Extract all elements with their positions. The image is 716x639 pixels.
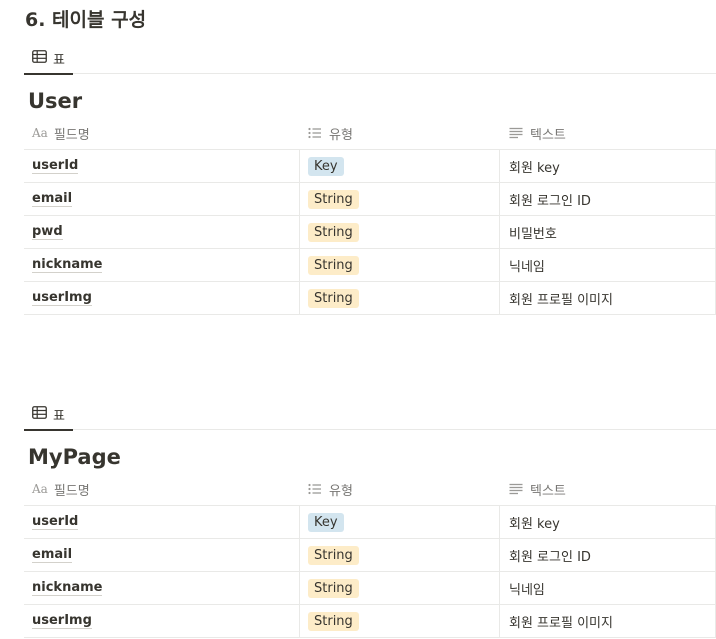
row-name[interactable]: email [32,547,73,563]
row-text[interactable]: 회원 프로필 이미지 [509,289,613,308]
row-text[interactable]: 닉네임 [509,579,545,598]
type-tag[interactable]: String [308,189,359,209]
view-tab-label: 표 [53,408,65,424]
list-icon [308,483,322,495]
page-heading: 6. 테이블 구성 [25,9,147,31]
table-row[interactable]: userId Key 회원 key [24,150,716,183]
column-header-text[interactable]: 텍스트 [500,473,716,505]
text-lines-icon [509,127,523,139]
column-header-name[interactable]: Aa 필드명 [24,473,300,505]
list-icon [308,127,322,139]
table-row[interactable]: userImg String 회원 프로필 이미지 [24,605,716,638]
table-row[interactable]: pwd String 비밀번호 [24,216,716,249]
column-header-type[interactable]: 유형 [300,473,500,505]
database-table-mypage: Aa 필드명 유형 텍스트 userId Key 회원 key email St… [24,473,716,638]
database-table-user: Aa 필드명 유형 텍스트 userId Key 회원 key email St… [24,117,716,315]
type-tag[interactable]: Key [308,156,344,176]
view-tabs-mypage: 표 [24,398,716,431]
row-name[interactable]: userId [32,158,79,174]
row-name[interactable]: userImg [32,290,92,306]
view-tab-table[interactable]: 표 [24,398,73,431]
table-row[interactable]: email String 회원 로그인 ID [24,539,716,572]
type-tag[interactable]: String [308,545,359,565]
row-text[interactable]: 회원 key [509,157,560,176]
type-tag[interactable]: Key [308,512,344,532]
row-text[interactable]: 회원 key [509,513,560,532]
type-tag[interactable]: String [308,578,359,598]
row-text[interactable]: 비밀번호 [509,223,557,242]
row-name[interactable]: nickname [32,257,103,273]
table-header: Aa 필드명 유형 텍스트 [24,117,716,150]
row-name[interactable]: pwd [32,224,63,240]
row-text[interactable]: 회원 프로필 이미지 [509,612,613,631]
table-row[interactable]: nickname String 닉네임 [24,572,716,605]
row-name[interactable]: userId [32,514,79,530]
text-lines-icon [509,483,523,495]
view-tab-label: 표 [53,52,65,68]
row-name[interactable]: userImg [32,613,92,629]
type-tag[interactable]: String [308,222,359,242]
database-title[interactable]: MyPage [28,445,121,469]
type-tag[interactable]: String [308,611,359,631]
table-row[interactable]: nickname String 닉네임 [24,249,716,282]
table-row[interactable]: userImg String 회원 프로필 이미지 [24,282,716,315]
table-icon [32,405,53,423]
row-text[interactable]: 회원 로그인 ID [509,190,591,209]
view-tab-table[interactable]: 표 [24,42,73,75]
type-tag[interactable]: String [308,288,359,308]
view-tabs-user: 표 [24,42,716,75]
type-tag[interactable]: String [308,255,359,275]
title-aa-icon: Aa [32,482,48,496]
table-icon [32,49,53,67]
database-title[interactable]: User [28,89,82,113]
table-row[interactable]: email String 회원 로그인 ID [24,183,716,216]
column-header-type[interactable]: 유형 [300,117,500,149]
row-text[interactable]: 회원 로그인 ID [509,546,591,565]
title-aa-icon: Aa [32,126,48,140]
column-header-text[interactable]: 텍스트 [500,117,716,149]
table-header: Aa 필드명 유형 텍스트 [24,473,716,506]
row-text[interactable]: 닉네임 [509,256,545,275]
column-header-name[interactable]: Aa 필드명 [24,117,300,149]
row-name[interactable]: nickname [32,580,103,596]
table-row[interactable]: userId Key 회원 key [24,506,716,539]
row-name[interactable]: email [32,191,73,207]
